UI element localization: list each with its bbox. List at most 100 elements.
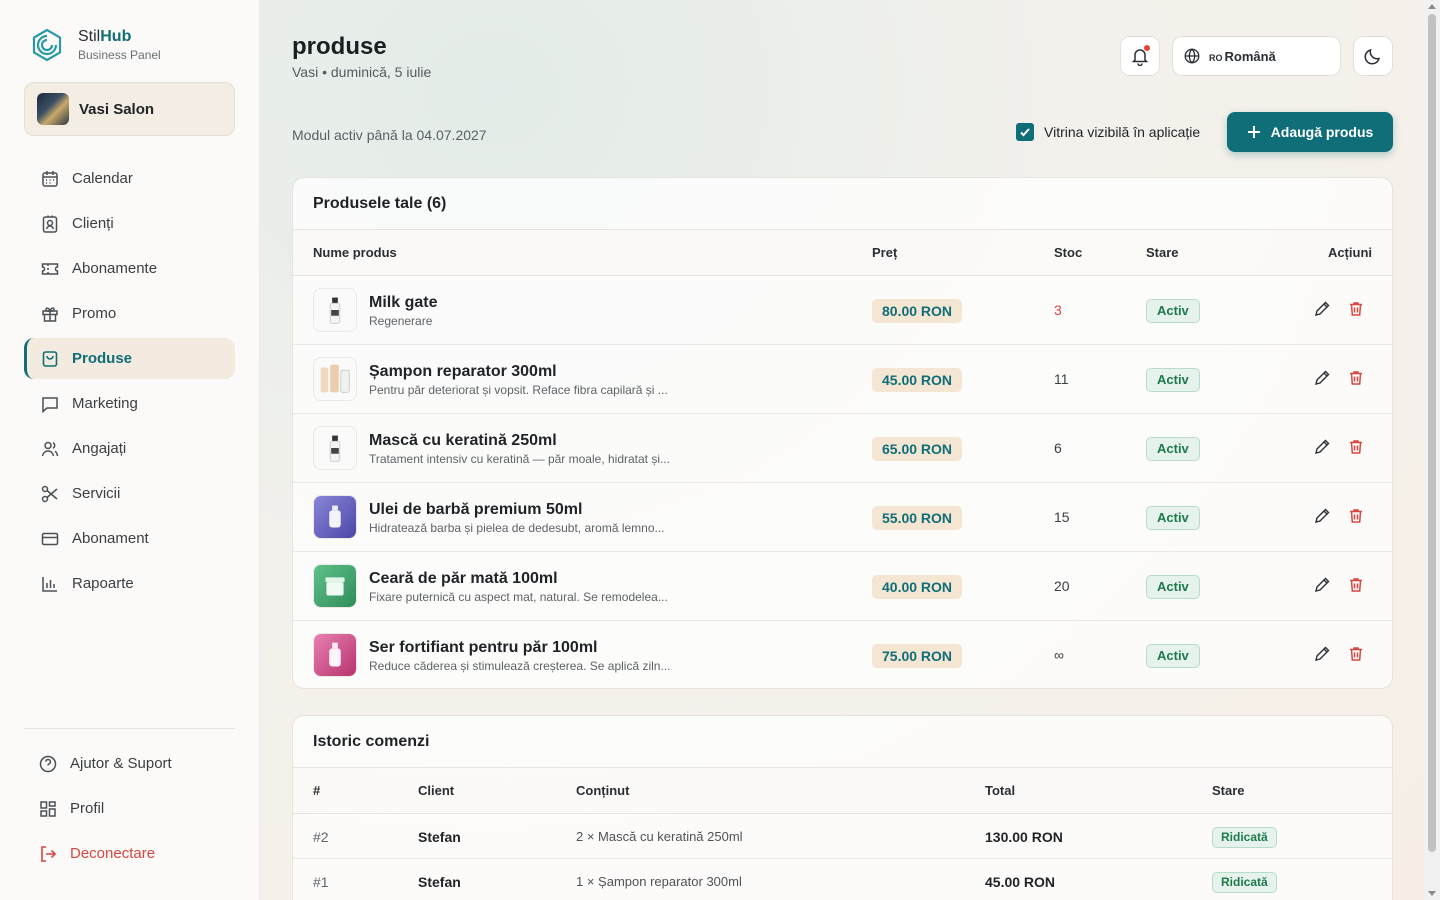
page-scrollbar[interactable] (1424, 0, 1440, 900)
sidebar-item-rapoarte[interactable]: Rapoarte (24, 563, 235, 604)
page-title: produse (292, 33, 387, 60)
table-row[interactable]: Șampon reparator 300ml Pentru păr deterio… (293, 345, 1392, 414)
col-actions: Acțiuni (1327, 245, 1372, 260)
sidebar-item-calendar[interactable]: Calendar (24, 158, 235, 199)
product-description: Pentru păr deteriorat și vopsit. Reface … (369, 383, 668, 397)
trash-icon[interactable] (1347, 300, 1365, 318)
status-badge: Activ (1146, 299, 1200, 323)
product-price-badge: 45.00 RON (872, 368, 963, 392)
products-table-body: Milk gate Regenerare 80.00 RON 3 Activ Șampon… (293, 276, 1392, 688)
storefront-visibility-toggle[interactable]: Vitrina vizibilă în aplicație (1016, 123, 1200, 141)
order-id: #2 (313, 829, 329, 845)
status-badge: Activ (1146, 437, 1200, 461)
product-name: Ulei de barbă premium 50ml (369, 501, 583, 518)
product-thumbnail (313, 564, 357, 608)
col-content: Conținut (576, 783, 630, 798)
status-badge: Activ (1146, 368, 1200, 392)
product-stock: 11 (1054, 371, 1069, 387)
sidebar-item-promo[interactable]: Promo (24, 293, 235, 334)
visibility-checkbox[interactable] (1016, 123, 1034, 141)
scroll-down-arrow[interactable] (1428, 891, 1436, 896)
scroll-thumb[interactable] (1428, 14, 1436, 852)
scroll-up-arrow[interactable] (1428, 4, 1436, 9)
col-client: Client (418, 783, 455, 798)
message-icon (42, 396, 58, 413)
product-description: Tratament intensiv cu keratină — păr moa… (369, 452, 671, 466)
product-description: Reduce căderea și stimulează creșterea. … (369, 659, 671, 673)
product-name: Milk gate (369, 294, 438, 311)
brand[interactable]: StilHub Business Panel (30, 28, 161, 62)
trash-icon[interactable] (1347, 369, 1365, 387)
trash-icon[interactable] (1347, 645, 1365, 663)
chart-icon (42, 576, 57, 592)
product-thumbnail (313, 426, 357, 470)
table-row[interactable]: Ceară de păr mată 100ml Fixare puternică … (293, 552, 1392, 621)
sidebar-item-abonament[interactable]: Abonament (24, 518, 235, 559)
table-row[interactable]: #1 Stefan 1 × Șampon reparator 300ml 45.00 … (293, 859, 1392, 900)
product-description: Hidratează barba și pielea de dedesubt, … (369, 521, 665, 535)
trash-icon[interactable] (1347, 438, 1365, 456)
edit-icon[interactable] (1313, 300, 1331, 318)
order-id: #1 (313, 874, 329, 890)
sidebar-item-help[interactable]: Ajutor & Suport (24, 743, 235, 784)
calendar-icon (42, 170, 58, 187)
module-active-note: Modul activ până la 04.07.2027 (292, 127, 487, 143)
edit-icon[interactable] (1313, 438, 1331, 456)
table-row[interactable]: Ser fortifiant pentru păr 100ml Reduce că… (293, 621, 1392, 688)
bottom-nav: Ajutor & Suport Profil Deconectare (24, 743, 235, 878)
sidebar-item-marketing[interactable]: Marketing (24, 383, 235, 424)
gift-icon (42, 306, 58, 322)
add-product-button[interactable]: Adaugă produs (1227, 112, 1393, 152)
edit-icon[interactable] (1313, 507, 1331, 525)
table-row[interactable]: #2 Stefan 2 × Mască cu keratină 250ml 130.0… (293, 814, 1392, 859)
order-total: 45.00 RON (985, 874, 1056, 890)
table-row[interactable]: Ulei de barbă premium 50ml Hidratează bar… (293, 483, 1392, 552)
sidebar-item-logout[interactable]: Deconectare (24, 833, 235, 874)
orders-table-body: #2 Stefan 2 × Mască cu keratină 250ml 130.0… (293, 814, 1392, 900)
product-price-badge: 55.00 RON (872, 506, 963, 530)
products-title: Produsele tale (6) (293, 178, 1392, 230)
card-icon (41, 532, 59, 545)
sidebar: StilHub Business Panel Vasi Salon Calend… (0, 0, 260, 900)
sidebar-item-abonamente[interactable]: Abonamente (24, 248, 235, 289)
status-badge: Ridicată (1212, 827, 1277, 848)
table-row[interactable]: Mască cu keratină 250ml Tratament intensi… (293, 414, 1392, 483)
notifications-button[interactable] (1120, 36, 1160, 76)
grid-icon (40, 800, 56, 817)
sidebar-item-produse[interactable]: Produse (24, 338, 235, 379)
salon-avatar (37, 93, 69, 125)
col-name: Nume produs (313, 245, 397, 260)
ticket-icon (41, 262, 59, 275)
theme-toggle-button[interactable] (1353, 36, 1393, 76)
product-stock: ∞ (1054, 647, 1064, 663)
bag-icon (42, 350, 58, 367)
product-name: Mască cu keratină 250ml (369, 432, 557, 449)
edit-icon[interactable] (1313, 645, 1331, 663)
product-description: Regenerare (369, 314, 433, 328)
edit-icon[interactable] (1313, 576, 1331, 594)
moon-icon (1364, 48, 1381, 65)
table-row[interactable]: Milk gate Regenerare 80.00 RON 3 Activ (293, 276, 1392, 345)
product-name: Ceară de păr mată 100ml (369, 570, 558, 587)
sidebar-item-clienti[interactable]: Clienți (24, 203, 235, 244)
language-selector[interactable]: RO Română (1172, 36, 1341, 76)
trash-icon[interactable] (1347, 576, 1365, 594)
col-status: Stare (1146, 245, 1179, 260)
product-price-badge: 80.00 RON (872, 299, 963, 323)
language-code: RO (1209, 52, 1223, 63)
product-stock: 15 (1054, 509, 1070, 525)
col-stock: Stoc (1054, 245, 1083, 260)
salon-selector[interactable]: Vasi Salon (24, 82, 235, 136)
order-total: 130.00 RON (985, 829, 1063, 845)
order-client: Stefan (418, 874, 461, 890)
edit-icon[interactable] (1313, 369, 1331, 387)
trash-icon[interactable] (1347, 507, 1365, 525)
status-badge: Activ (1146, 506, 1200, 530)
status-badge: Activ (1146, 575, 1200, 599)
check-icon (1020, 128, 1030, 137)
product-thumbnail (313, 495, 357, 539)
sidebar-item-servicii[interactable]: Servicii (24, 473, 235, 514)
sidebar-item-profil[interactable]: Profil (24, 788, 235, 829)
status-badge: Activ (1146, 644, 1200, 668)
sidebar-item-angajati[interactable]: Angajați (24, 428, 235, 469)
